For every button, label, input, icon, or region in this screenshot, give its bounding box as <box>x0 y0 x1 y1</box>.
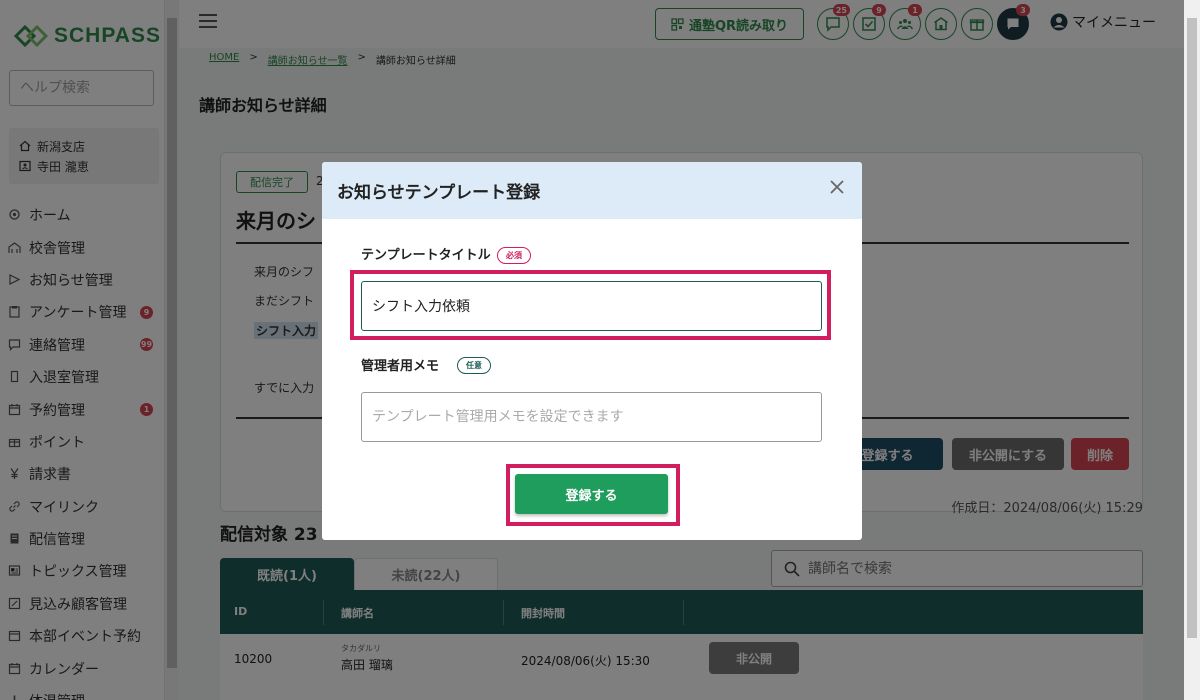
admin-memo-input[interactable] <box>361 392 822 442</box>
modal-title: お知らせテンプレート登録 <box>337 183 541 203</box>
template-title-label: テンプレートタイトル <box>361 248 491 263</box>
required-badge: 必須 <box>497 247 531 264</box>
optional-badge: 任意 <box>457 357 491 374</box>
template-register-modal: お知らせテンプレート登録 テンプレートタイトル 必須 管理者用メモ 任意 登録す… <box>322 162 862 540</box>
modal-header: お知らせテンプレート登録 <box>322 162 862 219</box>
close-icon[interactable] <box>829 179 845 195</box>
admin-memo-label: 管理者用メモ <box>361 359 440 374</box>
register-button[interactable]: 登録する <box>515 474 668 514</box>
page-scroll-thumb[interactable] <box>1187 18 1197 638</box>
template-title-input[interactable] <box>361 281 822 331</box>
page-scrollbar[interactable] <box>1184 0 1200 700</box>
